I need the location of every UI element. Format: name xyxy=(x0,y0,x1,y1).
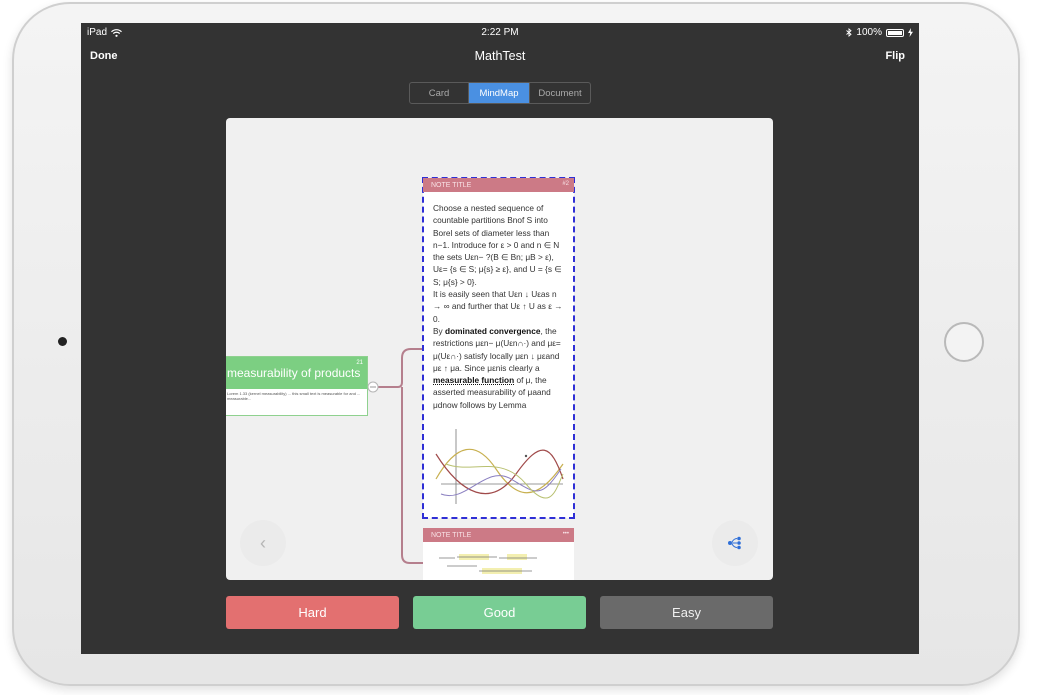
charging-icon xyxy=(908,28,913,37)
good-button[interactable]: Good xyxy=(413,596,586,629)
chevron-left-icon: ‹ xyxy=(260,532,266,553)
note-paragraph-2: It is easily seen that Uεn ↓ Uεas n → ∞ … xyxy=(433,289,563,324)
root-node-body: Lorem 1.33 (kernel measurability) ... th… xyxy=(227,391,361,401)
note-link-term[interactable]: measurable function xyxy=(433,375,514,385)
note-body: Choose a nested sequence of countable pa… xyxy=(423,192,574,411)
previous-button[interactable]: ‹ xyxy=(240,520,286,566)
tab-mindmap[interactable]: MindMap xyxy=(469,83,530,103)
home-button[interactable] xyxy=(944,322,984,362)
view-mode-switcher: Card MindMap Document xyxy=(409,82,591,104)
mindmap-canvas[interactable]: measurability of products 21 Lorem 1.33 … xyxy=(226,118,773,580)
note-graph-image xyxy=(435,429,564,504)
root-node-badge: 21 xyxy=(356,360,363,366)
easy-button[interactable]: Easy xyxy=(600,596,773,629)
status-bar: iPad 2:22 PM 100% xyxy=(81,23,919,43)
note-bold-term: dominated convergence xyxy=(445,325,541,336)
note-badge: #2 xyxy=(562,181,569,187)
mindmap-icon xyxy=(728,536,741,550)
hard-button[interactable]: Hard xyxy=(226,596,399,629)
flip-button[interactable]: Flip xyxy=(885,50,905,62)
note-2-badge: ••• xyxy=(562,531,569,537)
tab-card[interactable]: Card xyxy=(410,83,469,103)
note-paragraph-3-pre: By xyxy=(433,325,445,336)
bluetooth-icon xyxy=(846,28,853,37)
note-card-2[interactable]: NOTE TITLE ••• xyxy=(423,528,574,580)
mindmap-layout-button[interactable] xyxy=(712,520,758,566)
battery-icon xyxy=(886,28,904,37)
note-card-selected[interactable]: NOTE TITLE #2 Choose a nested sequence o… xyxy=(422,177,575,519)
battery-percent: 100% xyxy=(856,27,882,38)
note-title: NOTE TITLE xyxy=(431,181,472,189)
note-paragraph-1: Choose a nested sequence of countable pa… xyxy=(433,203,562,287)
screen: iPad 2:22 PM 100% Done MathTest Flip Car… xyxy=(81,23,919,654)
root-node-title: measurability of products xyxy=(227,366,361,380)
tab-document[interactable]: Document xyxy=(530,83,590,103)
root-node[interactable]: measurability of products 21 Lorem 1.33 … xyxy=(226,356,368,416)
clock: 2:22 PM xyxy=(481,27,519,38)
page-title: MathTest xyxy=(474,49,526,63)
note-2-title: NOTE TITLE xyxy=(431,531,472,539)
nav-bar: Done MathTest Flip xyxy=(81,43,919,71)
note-2-formula-image xyxy=(439,554,537,574)
camera xyxy=(58,337,67,346)
